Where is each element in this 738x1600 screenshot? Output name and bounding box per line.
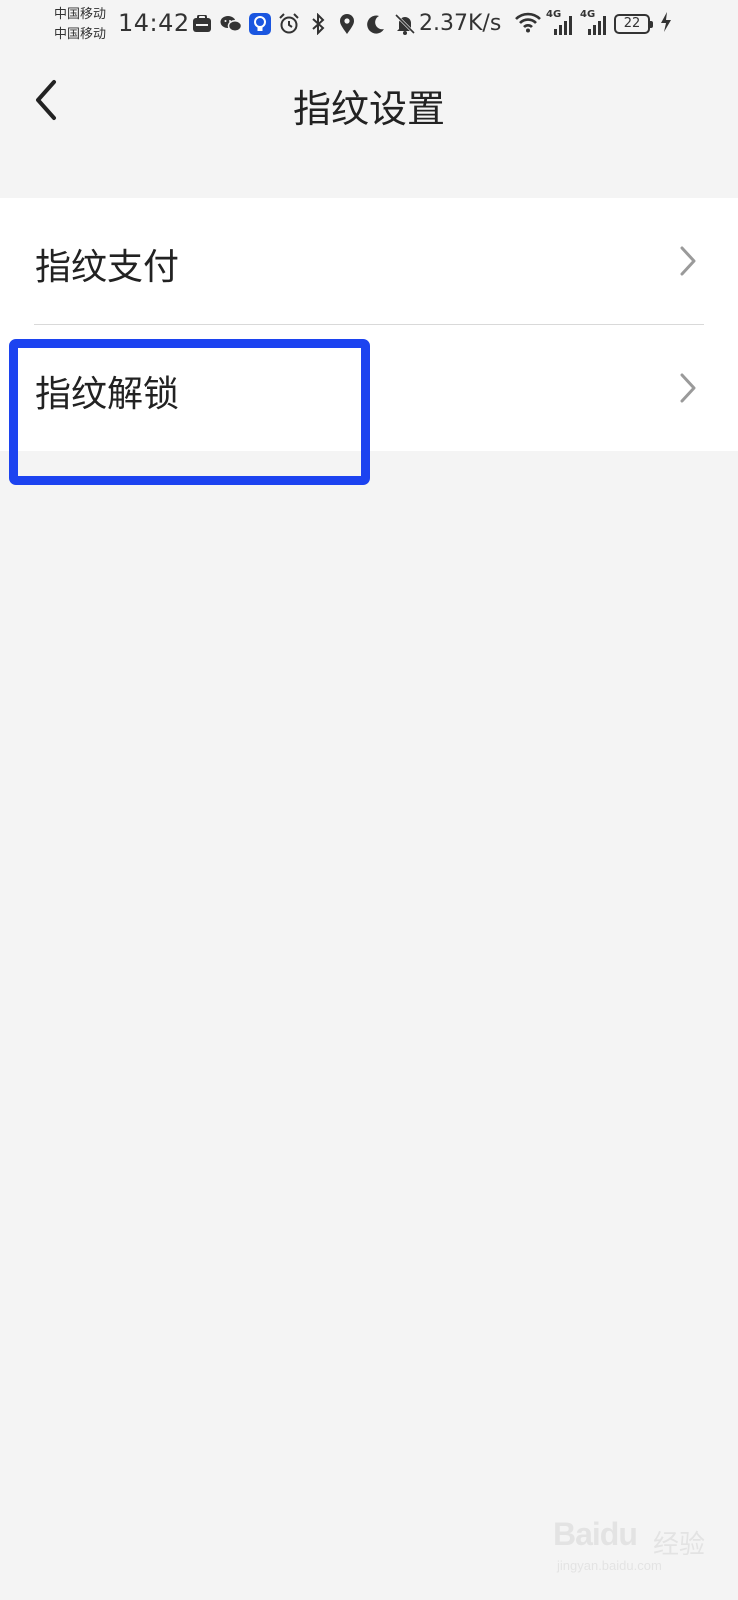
status-bar: 中国移动 中国移动 14:42 2.37K/s 4G 4G 22 (0, 0, 738, 48)
list-item-label: 指纹支付 (35, 247, 180, 288)
header: 指纹设置 (0, 48, 738, 164)
signal-icon: 4G (580, 9, 610, 36)
moon-icon (365, 13, 387, 35)
carrier-1: 中国移动 (54, 7, 107, 22)
alarm-icon (278, 13, 300, 35)
bell-off-icon (394, 13, 416, 35)
carrier-info: 中国移动 中国移动 (54, 5, 106, 45)
list-item-label: 指纹解锁 (35, 374, 180, 415)
battery-icon: 22 (614, 14, 653, 34)
location-icon (336, 13, 358, 35)
page-title: 指纹设置 (292, 87, 445, 131)
list-item-fingerprint-unlock[interactable]: 指纹解锁 (0, 325, 738, 451)
watermark-url: jingyan.baidu.com (557, 1558, 662, 1573)
notification-icons (191, 11, 416, 37)
signal-icon: 4G (546, 9, 576, 36)
chevron-right-icon (680, 373, 696, 403)
wechat-icon (220, 13, 242, 35)
list-item-fingerprint-payment[interactable]: 指纹支付 (0, 198, 738, 324)
chevron-right-icon (680, 246, 696, 276)
settings-list: 指纹支付 指纹解锁 (0, 198, 738, 451)
system-icons: 4G 4G 22 (514, 9, 672, 38)
bulb-app-icon (249, 13, 271, 35)
huawei-app-icon (191, 13, 213, 35)
watermark-brand: 经验 (653, 1530, 706, 1560)
status-time: 14:42 (118, 9, 190, 37)
charging-icon (660, 12, 672, 36)
network-speed: 2.37K/s (419, 11, 502, 36)
baidu-watermark: Baidu 经验 jingyan.baidu.com (553, 1504, 713, 1584)
wifi-icon (514, 11, 542, 37)
bluetooth-icon (307, 13, 329, 35)
carrier-2: 中国移动 (54, 27, 107, 42)
watermark-logo: Baidu (553, 1516, 638, 1552)
battery-level: 22 (623, 16, 641, 31)
